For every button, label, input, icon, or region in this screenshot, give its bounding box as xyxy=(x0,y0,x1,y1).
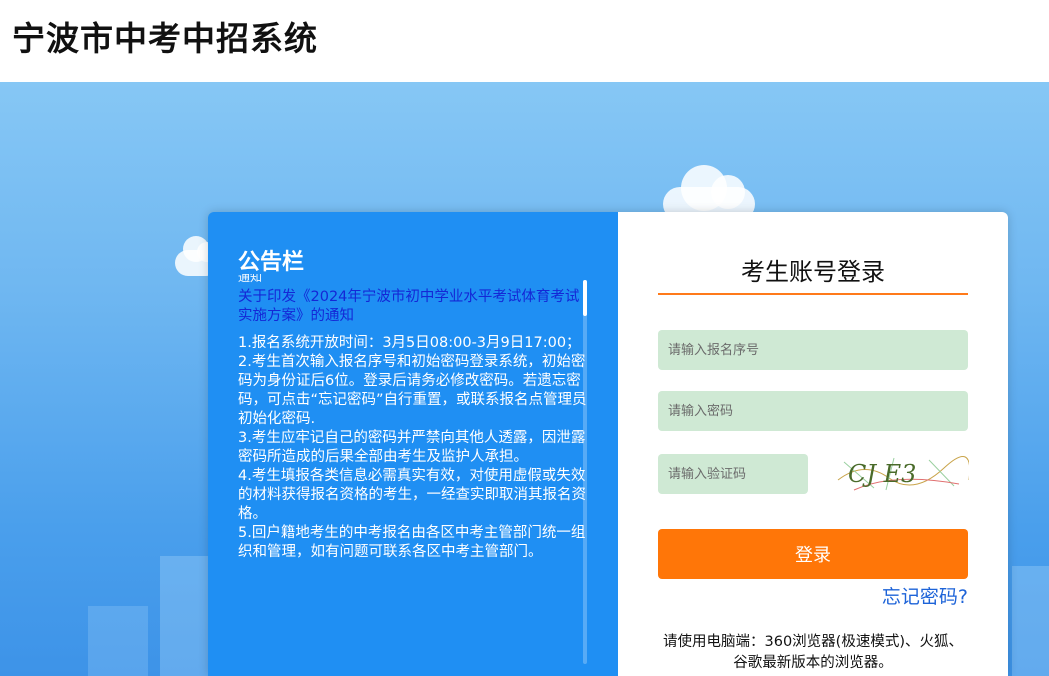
login-button[interactable]: 登录 xyxy=(658,529,968,579)
notice-scrollbar[interactable] xyxy=(583,280,587,664)
notice-link[interactable]: 关于印发《2024年宁波市初中学业水平考试体育考试实施方案》的通知 xyxy=(238,288,588,326)
notice-content: 1.报名系统开放时间：3月5日08:00-3月9日17:00； 2.考生首次输入… xyxy=(238,335,587,560)
main-panel: 公告栏 通知 关于印发《2024年宁波市初中学业水平考试体育考试实施方案》的通知… xyxy=(208,212,1008,676)
notice-board: 公告栏 通知 关于印发《2024年宁波市初中学业水平考试体育考试实施方案》的通知… xyxy=(208,212,618,676)
captcha-text: CJ E3 xyxy=(848,460,916,488)
notice-scrollbar-thumb[interactable] xyxy=(583,280,587,316)
login-panel: 考生账号登录 CJ E3 登录 忘记密码? 请使用电脑端：360浏览器(极速模式… xyxy=(618,212,1008,676)
notice-subtitle: 通知 xyxy=(238,274,263,284)
captcha-input[interactable] xyxy=(658,454,808,494)
browser-tip: 请使用电脑端：360浏览器(极速模式)、火狐、谷歌最新版本的浏览器。 xyxy=(663,634,963,671)
building-decoration xyxy=(1012,566,1049,676)
site-title: 宁波市中考中招系统 xyxy=(12,19,318,58)
captcha-image[interactable]: CJ E3 xyxy=(834,450,969,496)
registration-number-input[interactable] xyxy=(658,330,968,370)
top-header: 宁波市中考中招系统 xyxy=(0,0,1049,82)
notice-title: 公告栏 xyxy=(238,250,305,275)
forgot-password-link[interactable]: 忘记密码? xyxy=(882,582,968,609)
password-input[interactable] xyxy=(658,391,968,431)
notice-scroll-area[interactable]: 通知 关于印发《2024年宁波市初中学业水平考试体育考试实施方案》的通知 1.报… xyxy=(238,274,588,676)
login-title: 考生账号登录 xyxy=(658,252,968,295)
building-decoration xyxy=(88,606,148,676)
building-decoration xyxy=(160,556,208,676)
